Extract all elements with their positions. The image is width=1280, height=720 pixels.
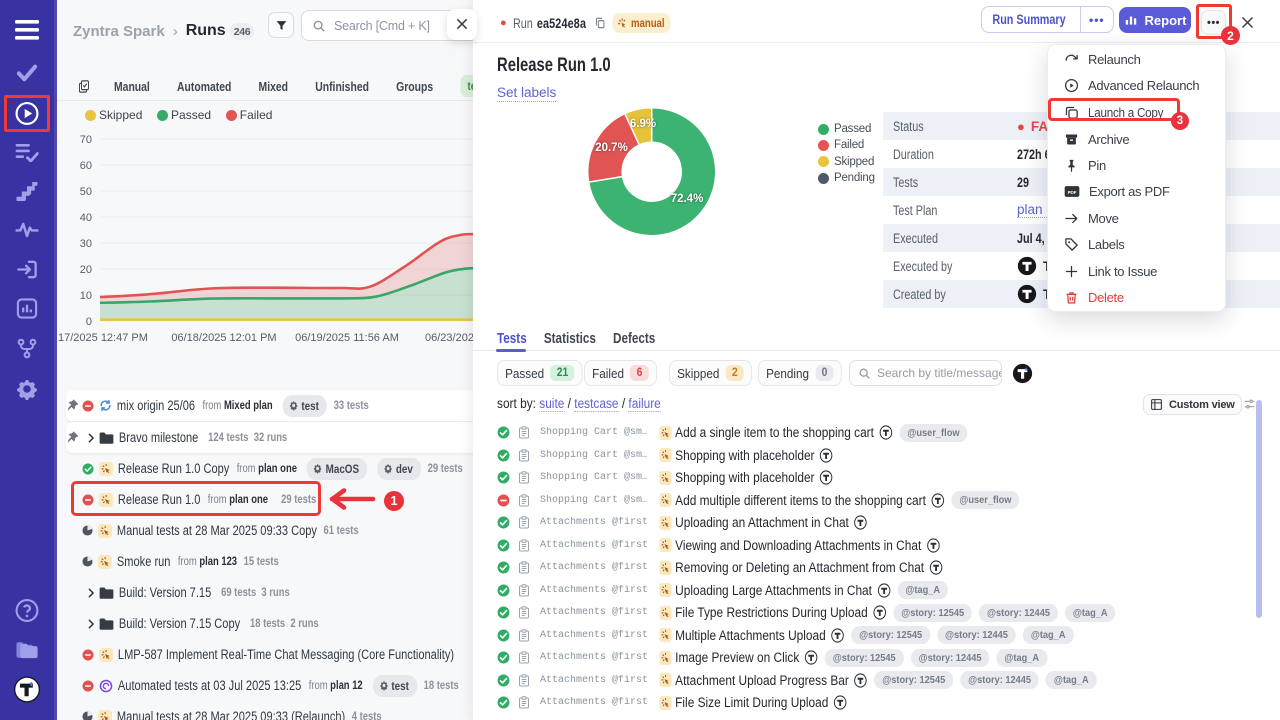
svg-text:06/18/2025 12:01 PM: 06/18/2025 12:01 PM bbox=[171, 332, 276, 344]
svg-text:20.7%: 20.7% bbox=[595, 142, 628, 154]
svg-text:06/19/2025 11:56 AM: 06/19/2025 11:56 AM bbox=[295, 332, 399, 344]
svg-text:17/2025 12:47 PM: 17/2025 12:47 PM bbox=[58, 332, 148, 344]
svg-text:30: 30 bbox=[80, 238, 92, 250]
svg-text:6.9%: 6.9% bbox=[630, 118, 656, 130]
svg-text:72.4%: 72.4% bbox=[671, 193, 704, 205]
svg-text:60: 60 bbox=[80, 160, 92, 172]
svg-text:50: 50 bbox=[80, 186, 92, 198]
svg-text:PDF: PDF bbox=[1068, 190, 1077, 195]
svg-text:0: 0 bbox=[86, 316, 92, 328]
svg-text:20: 20 bbox=[80, 264, 92, 276]
svg-text:40: 40 bbox=[80, 212, 92, 224]
svg-text:10: 10 bbox=[80, 290, 92, 302]
svg-text:70: 70 bbox=[80, 134, 92, 146]
svg-text:06/23/2025: 06/23/2025 bbox=[425, 332, 473, 344]
